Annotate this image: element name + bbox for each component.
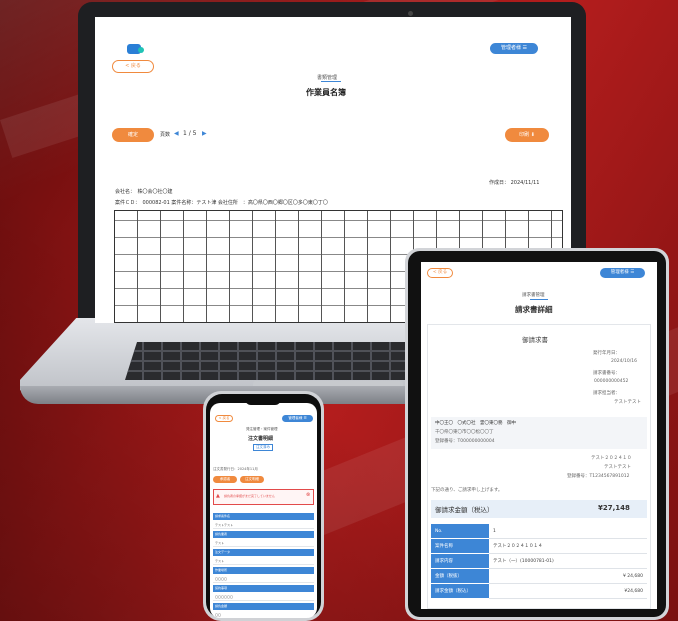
page-title: 作業員名簿 <box>306 88 346 97</box>
number-value: 000000000452 <box>594 379 629 384</box>
date-value: 2024/10/16 <box>611 359 637 364</box>
date-line: 注文書発行日：2024年11月 <box>213 467 258 471</box>
table-row-value: ¥ 24,680 <box>489 569 647 584</box>
table-row-label: 案件名称 <box>431 539 489 554</box>
section-header: 注文データ <box>213 549 314 556</box>
order-detail-button[interactable]: 注文明細 <box>240 476 264 483</box>
total-label: 御請求金額（税込） <box>435 506 494 514</box>
section-header: 契約事項 <box>213 585 314 592</box>
section-value: テスト <box>213 557 314 565</box>
company-line: 会社名： 株〇会〇社〇建 <box>115 189 173 195</box>
phone-screen: < 戻る 管理者様 ☰ 発注管理・案件管理 注文書明細 注文済み 注文書発行日：… <box>210 403 317 618</box>
page-next-icon[interactable]: ▶ <box>202 130 207 137</box>
table-row-label: No. <box>431 524 489 539</box>
created-date: 作成日： 2024/11/11 <box>489 180 540 186</box>
phone-notch <box>245 398 281 405</box>
back-button[interactable]: < 戻る <box>215 415 233 422</box>
page-label: 頁数 <box>160 132 171 138</box>
table-row-label: 金額（税抜） <box>431 569 489 584</box>
client-address: 千〇県〇東〇市〇〇松〇〇丁 <box>435 430 494 435</box>
section-header: 作業場所 <box>213 567 314 574</box>
section-value: 〇〇〇〇 <box>213 575 314 583</box>
print-button[interactable]: 印刷 ⬇ <box>505 128 549 142</box>
page-title: 注文書明細 <box>248 436 274 442</box>
alert-text: 請負者の承諾がまだ完了していません <box>224 494 275 498</box>
client-name: 中〇王〇 〇式〇社 霊〇東〇務 御中 <box>435 421 516 426</box>
warning-icon: ▲ <box>216 493 220 499</box>
section-header: 請負金額 <box>213 603 314 610</box>
section-title: 請求書管理 <box>522 293 545 298</box>
issuer-name: テスト２０２４１０ <box>591 456 632 461</box>
print-label: 印刷 <box>519 132 530 138</box>
section-value: 〇〇 <box>213 611 314 618</box>
app-logo <box>127 44 144 54</box>
table-row-value: 1 <box>489 524 647 539</box>
user-menu-button[interactable]: 管理者様 ☰ <box>282 415 313 422</box>
number-label: 請求書番号： <box>593 371 620 376</box>
title-underline <box>530 299 548 300</box>
confirm-button[interactable]: 確定 <box>112 128 154 142</box>
user-menu-label: 管理者様 <box>288 416 303 420</box>
back-button[interactable]: < 戻る <box>427 268 453 278</box>
table-row-label: 請求金額（税込） <box>431 584 489 599</box>
user-menu-label: 管理者様 <box>500 45 521 51</box>
download-icon: ⬇ <box>530 132 535 138</box>
user-menu-button[interactable]: 管理者様 ☰ <box>490 43 538 54</box>
table-row-value: テスト２０２４１０１４ <box>489 539 647 554</box>
date-label: 発行年月日： <box>593 351 620 356</box>
table-row-label: 請求内容 <box>431 554 489 569</box>
title-underline <box>321 81 341 82</box>
issuer-subname: テストテスト <box>604 465 631 470</box>
total-value: ¥27,148 <box>598 504 630 512</box>
section-value: テストテスト <box>213 521 314 529</box>
tablet-screen: < 戻る 管理者様 ☰ 請求書管理 請求書詳細 御請求書 発行年月日： 2024… <box>421 262 657 609</box>
table-row-value: ¥24,680 <box>489 584 647 599</box>
close-icon[interactable]: ⊗ <box>306 492 310 498</box>
page-prev-icon[interactable]: ◀ <box>174 130 179 137</box>
laptop-camera <box>408 11 413 16</box>
status-badge: 注文済み <box>253 444 273 451</box>
person-value: テストテスト <box>614 400 641 405</box>
page-title: 請求書詳細 <box>515 305 553 314</box>
invoice-note: 下記の通り、ご請求申し上げます。 <box>431 488 503 493</box>
invoice-heading: 御請求書 <box>522 336 548 344</box>
issuer-registration: 登録番号：T1234567891012 <box>567 474 630 479</box>
section-header: 請負業者 <box>213 531 314 538</box>
user-menu-label: 管理者様 <box>610 270 629 275</box>
section-header: 請求案件名 <box>213 513 314 520</box>
section-title: 発注管理・案件管理 <box>246 427 278 431</box>
back-button[interactable]: < 戻る <box>112 60 154 73</box>
person-label: 請求担当者： <box>593 391 620 396</box>
client-registration: 登録番号：T000000000004 <box>435 439 495 444</box>
section-title: 書類管理 <box>317 75 338 81</box>
case-line: 案件ＣＤ： 000082-01 案件名称：テスト津 会社住所 ：高〇県〇西〇郷〇… <box>115 200 328 206</box>
table-row-value: テスト（一）(10000781-01) <box>489 554 647 569</box>
page-indicator: 1 / 5 <box>183 130 197 137</box>
user-menu-button[interactable]: 管理者様 ☰ <box>600 268 645 278</box>
approver-button[interactable]: 承認者 <box>213 476 237 483</box>
section-value: 〇〇〇〇〇〇 <box>213 593 314 601</box>
section-value: テスト <box>213 539 314 547</box>
